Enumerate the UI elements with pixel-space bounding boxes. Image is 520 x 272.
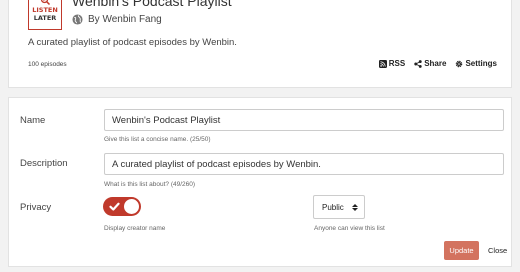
display-creator-toggle[interactable] <box>103 197 141 216</box>
episode-count: 100 episodes <box>28 61 67 68</box>
toggle-knob <box>124 199 139 214</box>
share-button[interactable]: Share <box>414 59 446 68</box>
rss-button[interactable]: RSS <box>378 59 406 68</box>
privacy-label: Privacy <box>20 202 52 213</box>
share-icon <box>414 59 422 68</box>
gear-icon <box>456 60 463 67</box>
name-input[interactable] <box>104 109 504 131</box>
playlist-title: Wenbin's Podcast Playlist <box>72 0 232 9</box>
rss-icon <box>378 59 387 68</box>
name-hint: Give this list a concise name. (25/50) <box>104 136 211 143</box>
settings-button[interactable]: Settings <box>455 59 497 68</box>
byline: By Wenbin Fang <box>72 14 162 25</box>
name-label: Name <box>20 115 46 126</box>
playlist-description: A curated playlist of podcast episodes b… <box>28 37 237 48</box>
share-label: Share <box>424 59 447 68</box>
description-input[interactable] <box>104 153 504 175</box>
close-button[interactable]: Close <box>488 246 507 255</box>
privacy-select-value: Public <box>322 202 344 212</box>
logo-text-listen: LISTEN <box>32 6 58 14</box>
toggle-hint: Display creator name <box>104 225 166 232</box>
creator-name[interactable]: By Wenbin Fang <box>88 14 162 25</box>
checkmark-icon <box>109 202 120 211</box>
select-caret-icon <box>352 203 358 211</box>
logo-text-later: LATER <box>33 14 57 22</box>
playlist-header-card: LISTEN LATER Wenbin's Podcast Playlist B… <box>8 0 512 88</box>
privacy-select[interactable]: Public <box>313 195 365 219</box>
playlist-actions: RSS Share Settings <box>378 59 497 68</box>
edit-playlist-form: Name Give this list a concise name. (25/… <box>8 97 512 267</box>
listen-later-logo: LISTEN LATER <box>28 0 62 30</box>
globe-icon <box>72 14 83 25</box>
settings-label: Settings <box>465 59 497 68</box>
privacy-hint: Anyone can view this list <box>314 225 385 232</box>
description-hint: What is this list about? (49/260) <box>104 181 196 188</box>
description-label: Description <box>20 158 68 169</box>
rss-label: RSS <box>388 59 406 68</box>
update-button[interactable]: Update <box>444 241 479 260</box>
